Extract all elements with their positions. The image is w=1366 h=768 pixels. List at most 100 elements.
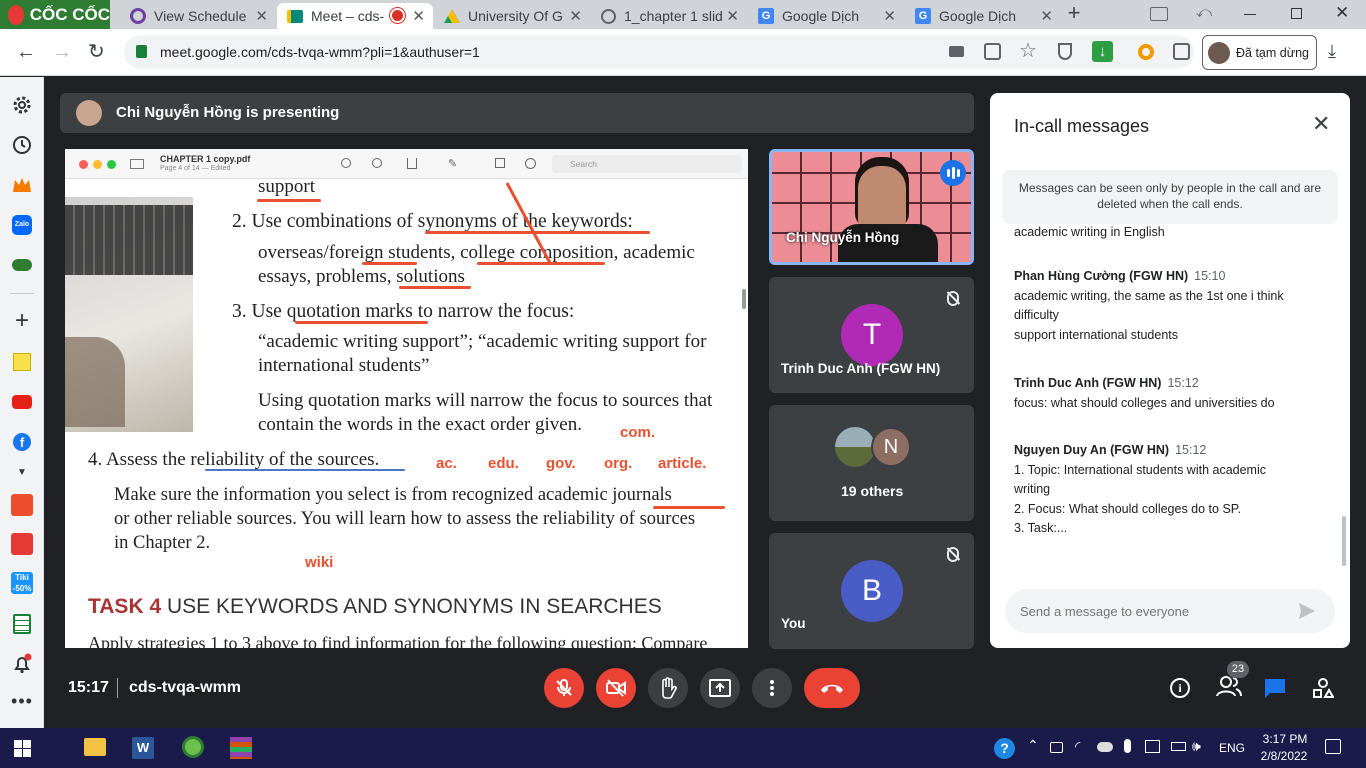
- bookmark-star-icon[interactable]: ☆: [1019, 38, 1037, 63]
- settings-gear-icon[interactable]: [10, 93, 34, 117]
- zalo-icon[interactable]: Zalo: [10, 213, 34, 237]
- send-icon[interactable]: [1297, 601, 1317, 621]
- downloads-icon[interactable]: ⤓: [1328, 41, 1336, 62]
- more-options-button[interactable]: [752, 668, 792, 708]
- notes-icon[interactable]: [10, 350, 34, 374]
- back-arrow-icon[interactable]: ←: [16, 41, 36, 64]
- tiki-icon[interactable]: Tiki -50%: [10, 571, 34, 595]
- browser-tab-bar: CỐC CỐC View Schedule ✕ Meet – cds- ✕ Un…: [0, 0, 1366, 29]
- share-icon: [407, 158, 417, 169]
- close-tab-icon[interactable]: ✕: [883, 7, 896, 25]
- close-window-icon[interactable]: ✕: [1335, 3, 1349, 23]
- file-explorer-icon[interactable]: [84, 738, 106, 756]
- participant-tile-trinh[interactable]: T Trinh Duc Anh (FGW HN): [769, 277, 974, 393]
- download-green-icon[interactable]: ↓: [1092, 41, 1113, 62]
- participant-tile-you[interactable]: B You: [769, 533, 974, 649]
- notification-center-icon[interactable]: [1325, 739, 1341, 754]
- chat-notice: Messages can be seen only by people in t…: [1002, 170, 1338, 224]
- clock-time[interactable]: 3:17 PM: [1258, 732, 1312, 746]
- people-button[interactable]: 23: [1216, 661, 1249, 700]
- meet-now-icon[interactable]: [1050, 742, 1063, 753]
- tab-title: Google Dịch: [939, 8, 1017, 24]
- volume-icon[interactable]: 🕪: [1192, 738, 1201, 755]
- history-icon[interactable]: [10, 133, 34, 157]
- zoom-out-icon: [341, 158, 351, 168]
- activities-button[interactable]: [1312, 677, 1334, 699]
- tab-university[interactable]: University Of G ✕: [434, 3, 590, 29]
- gamepad-icon[interactable]: [10, 253, 34, 277]
- facebook-icon[interactable]: f: [10, 430, 34, 454]
- tab-chapter-slides[interactable]: 1_chapter 1 slid ✕: [591, 3, 747, 29]
- annotation-underline: [362, 262, 417, 265]
- zoom-in-icon: [372, 158, 382, 168]
- cloud-icon[interactable]: [1097, 742, 1113, 752]
- extension-chrome-icon[interactable]: [1138, 44, 1154, 60]
- minimize-window-icon[interactable]: [1244, 14, 1256, 15]
- tab-google-translate-2[interactable]: G Google Dịch ✕: [905, 3, 1061, 29]
- chat-scrollbar[interactable]: [1342, 516, 1346, 566]
- reload-icon[interactable]: ↻: [88, 39, 105, 64]
- shopee-icon[interactable]: [10, 493, 34, 517]
- chat-input[interactable]: [1020, 601, 1280, 621]
- coccoc-logo[interactable]: CỐC CỐC: [0, 0, 110, 29]
- forward-arrow-icon[interactable]: →: [52, 41, 72, 64]
- close-tab-icon[interactable]: ✕: [255, 7, 268, 25]
- language-indicator[interactable]: ENG: [1219, 741, 1245, 755]
- close-tab-icon[interactable]: ✕: [412, 7, 425, 25]
- close-tab-icon[interactable]: ✕: [726, 7, 739, 25]
- recording-dot-icon: [392, 10, 403, 21]
- message-sender: Phan Hùng Cường (FGW HN): [1014, 269, 1189, 283]
- meeting-info-button[interactable]: i: [1170, 678, 1190, 698]
- more-dots-icon[interactable]: •••: [10, 689, 34, 713]
- mic-off-button[interactable]: [544, 668, 584, 708]
- chat-message: Phan Hùng Cường (FGW HN) 15:10 academic w…: [1014, 267, 1314, 345]
- back-history-icon[interactable]: ⤺: [1196, 4, 1212, 21]
- chat-input-box[interactable]: [1005, 589, 1335, 633]
- chat-button[interactable]: [1263, 677, 1287, 699]
- display-icon[interactable]: [1145, 740, 1160, 753]
- tab-view-schedule[interactable]: View Schedule ✕: [120, 3, 276, 29]
- raise-hand-button[interactable]: [648, 668, 688, 708]
- shield-icon[interactable]: [1058, 43, 1072, 60]
- network-icon[interactable]: ◜: [1075, 738, 1080, 755]
- presenter-avatar: [76, 100, 102, 126]
- help-icon[interactable]: ?: [994, 738, 1015, 759]
- coccoc-taskbar-icon[interactable]: [182, 736, 204, 758]
- tab-search-icon[interactable]: [1150, 7, 1168, 21]
- tab-google-translate-1[interactable]: G Google Dịch ✕: [748, 3, 904, 29]
- present-screen-button[interactable]: [700, 668, 740, 708]
- word-icon[interactable]: W: [132, 737, 154, 759]
- tray-chevron-icon[interactable]: ⌃: [1027, 737, 1039, 754]
- close-tab-icon[interactable]: ✕: [1040, 7, 1053, 25]
- restore-window-icon[interactable]: [1291, 8, 1302, 19]
- sidebar-toggle-icon: [130, 159, 144, 169]
- start-windows-icon[interactable]: [14, 740, 31, 757]
- notification-bell-icon[interactable]: [10, 652, 34, 676]
- new-tab-button[interactable]: +: [1063, 2, 1085, 25]
- translate-page-icon[interactable]: [984, 43, 1001, 60]
- participant-tile-presenter[interactable]: Chi Nguyễn Hồng: [769, 149, 974, 265]
- extensions-puzzle-icon[interactable]: [1173, 43, 1190, 60]
- add-shortcut-icon[interactable]: +: [10, 307, 34, 334]
- clock-date[interactable]: 2/8/2022: [1252, 749, 1316, 763]
- omnibox[interactable]: meet.google.com/cds-tvqa-wmm?pli=1&authu…: [124, 35, 1194, 69]
- participant-avatar: T: [841, 304, 903, 366]
- close-chat-icon[interactable]: ✕: [1312, 111, 1330, 137]
- end-call-button[interactable]: [804, 668, 860, 708]
- gift-app-icon[interactable]: [10, 532, 34, 556]
- microphone-icon[interactable]: [1124, 739, 1131, 753]
- close-tab-icon[interactable]: ✕: [569, 7, 582, 25]
- participant-tile-others[interactable]: N 19 others: [769, 405, 974, 521]
- tab-meet[interactable]: Meet – cds- ✕: [277, 3, 433, 29]
- battery-icon[interactable]: [1171, 742, 1186, 751]
- sheets-icon[interactable]: [10, 612, 34, 636]
- profile-paused-button[interactable]: Đã tạm dừng: [1202, 35, 1317, 70]
- tab-title: View Schedule: [154, 8, 247, 24]
- winrar-icon[interactable]: [230, 737, 252, 759]
- crown-icon[interactable]: [10, 173, 34, 197]
- expand-chevron-icon[interactable]: ▼: [10, 460, 34, 484]
- camera-icon[interactable]: [949, 46, 964, 57]
- camera-off-button[interactable]: [596, 668, 636, 708]
- youtube-icon[interactable]: [10, 390, 34, 414]
- chat-panel: In-call messages ✕ Messages can be seen …: [990, 93, 1350, 648]
